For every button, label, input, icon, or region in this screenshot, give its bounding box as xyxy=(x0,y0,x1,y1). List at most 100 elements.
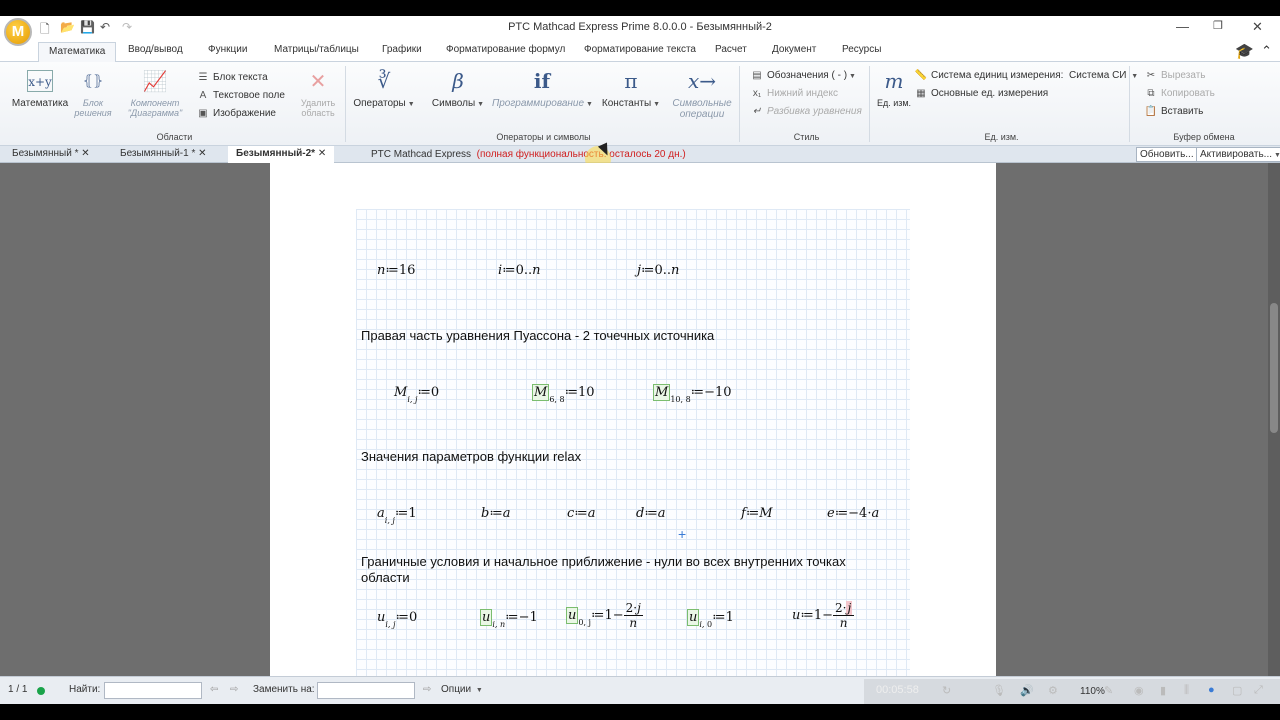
chart-component-button[interactable]: 📈 Компонент "Диаграмма" xyxy=(120,70,190,118)
group-style: ▤ Обозначения ( - ) ▼ x₁ Нижний индекс ↵ Раз… xyxy=(744,66,870,142)
text-field-button[interactable]: A Текстовое поле xyxy=(196,90,285,101)
text-region-relax[interactable]: Значения параметров функции relax xyxy=(361,449,581,465)
eq-M-10-8[interactable]: M 10, 8≔−10 xyxy=(653,384,732,404)
text-region-boundary[interactable]: Граничные условия и начальное приближени… xyxy=(361,554,881,586)
activate-button[interactable]: Активировать... ▼ xyxy=(1196,147,1280,162)
minimize-icon[interactable]: — xyxy=(1176,19,1189,34)
math-region-button[interactable]: x+y Математика xyxy=(10,70,70,109)
operators-button[interactable]: ∛ Операторы ▼ xyxy=(352,70,416,109)
find-input[interactable] xyxy=(104,682,202,699)
doc-tab-untitled-2[interactable]: Безымянный-2* ✕ xyxy=(228,146,335,163)
update-button[interactable]: Обновить... xyxy=(1136,147,1198,162)
mic-icon[interactable]: 🎙 xyxy=(992,684,1006,697)
programming-button[interactable]: if Программирование ▼ xyxy=(492,70,593,109)
camera-icon[interactable]: ◉ xyxy=(1134,684,1144,697)
doc-tab-untitled[interactable]: Безымянный * ✕ xyxy=(12,148,90,159)
scrollbar-thumb[interactable] xyxy=(1270,303,1278,433)
symbolic-operations-button[interactable]: x→ Символьные операции xyxy=(668,70,736,120)
eq-f[interactable]: f≔M xyxy=(741,506,773,521)
copy-button[interactable]: ⧉ Копировать xyxy=(1144,88,1214,99)
eq-c[interactable]: c≔a xyxy=(567,506,595,521)
paste-button[interactable]: 📋 Вставить xyxy=(1144,106,1204,117)
insertion-crosshair-icon: + xyxy=(678,526,687,542)
eq-u-def[interactable]: u≔1− 2·j n xyxy=(792,601,855,630)
replace-label: Заменить на: xyxy=(253,684,315,695)
tab-plots[interactable]: Графики xyxy=(382,44,422,55)
find-prev-icon[interactable]: ⇦ xyxy=(210,684,218,695)
eq-u-ij[interactable]: ui, j≔0 xyxy=(377,610,417,629)
close-icon[interactable]: ✕ xyxy=(198,148,206,159)
eq-n-def[interactable]: n≔16 xyxy=(377,263,415,278)
maximize-icon[interactable]: ❐ xyxy=(1213,19,1223,32)
labels-dropdown[interactable]: ▤ Обозначения ( - ) ▼ xyxy=(750,70,856,81)
tab-functions[interactable]: Функции xyxy=(208,44,247,55)
chart-icon: 📈 xyxy=(142,69,168,93)
tab-io[interactable]: Ввод/вывод xyxy=(128,44,183,55)
subscript-icon: x₁ xyxy=(752,88,762,99)
labels-label: Обозначения ( - ) xyxy=(767,70,848,81)
close-icon[interactable]: ✕ xyxy=(81,148,89,159)
tab-math-format[interactable]: Форматирование формул xyxy=(446,44,565,55)
options-dropdown[interactable]: Опции ▼ xyxy=(441,684,483,695)
eq-u-i-0[interactable]: u i, 0≔1 xyxy=(687,609,734,629)
symbols-label: Символы xyxy=(431,98,476,109)
zoom-handle-icon[interactable]: ● xyxy=(1208,684,1215,696)
worksheet-area[interactable]: n≔16 i≔0..n j≔0..n Правая часть уравнени… xyxy=(0,163,1280,676)
eq-i-range[interactable]: i≔0..n xyxy=(498,263,541,278)
image-label: Изображение xyxy=(213,108,276,119)
worksheet-page[interactable]: n≔16 i≔0..n j≔0..n Правая часть уравнени… xyxy=(270,163,996,676)
tab-resources[interactable]: Ресурсы xyxy=(842,44,881,55)
eq-d[interactable]: d≔a xyxy=(636,506,666,521)
replay-icon[interactable]: ↻ xyxy=(942,684,951,697)
solve-block-label: Блок решения xyxy=(74,98,112,118)
eq-e[interactable]: e≔−4·a xyxy=(827,506,879,521)
cut-button[interactable]: ✂ Вырезать xyxy=(1144,70,1206,81)
eq-u-i-n[interactable]: u i, n≔−1 xyxy=(480,609,538,629)
eq-a-ij[interactable]: ai, j≔1 xyxy=(377,506,417,525)
eq-M-6-8[interactable]: M 6, 8≔10 xyxy=(532,384,595,404)
eq-M-ij[interactable]: Mi, j≔0 xyxy=(394,385,439,404)
status-bar: 1 / 1 Найти: ⇦ ⇨ Заменить на: ⇨ Опции ▼ … xyxy=(0,676,1280,704)
ribbon: x+y Математика ⦃⦄ Блок решения 📈 Компоне… xyxy=(0,62,1280,146)
text-field-label: Текстовое поле xyxy=(213,90,285,101)
pen-icon[interactable]: ✎ xyxy=(1104,684,1113,697)
graduation-cap-icon[interactable]: 🎓 xyxy=(1235,42,1254,60)
tab-matrices[interactable]: Матрицы/таблицы xyxy=(274,44,359,55)
text-region-poisson[interactable]: Правая часть уравнения Пуассона - 2 точе… xyxy=(361,328,714,344)
mathcad-logo[interactable]: M xyxy=(4,18,32,46)
units-button[interactable]: m Ед. изм. xyxy=(876,70,912,108)
unit-system-selector[interactable]: 📏 Система единиц измерения: Система СИ ▼ xyxy=(914,70,1138,81)
settings-icon[interactable]: ⚙ xyxy=(1048,684,1058,697)
constants-button[interactable]: π Константы ▼ xyxy=(598,70,664,109)
eq-j-range[interactable]: j≔0..n xyxy=(637,263,679,278)
subscript-button[interactable]: x₁ Нижний индекс xyxy=(750,88,838,99)
volume-icon[interactable]: 🔊 xyxy=(1020,684,1034,697)
image-button[interactable]: ▣ Изображение xyxy=(196,108,276,119)
close-icon[interactable]: ✕ xyxy=(318,148,326,159)
page-view-icon[interactable]: ▢ xyxy=(1232,684,1242,697)
tab-text-format[interactable]: Форматирование текста xyxy=(584,44,696,55)
tab-document[interactable]: Документ xyxy=(772,44,816,55)
tab-math[interactable]: Математика xyxy=(38,42,117,63)
fullscreen-icon[interactable]: ⤢ xyxy=(1254,684,1263,697)
replace-icon[interactable]: ⇨ xyxy=(423,684,431,695)
close-icon[interactable]: ✕ xyxy=(1252,19,1263,35)
zoom-slider-icon[interactable]: ▮ xyxy=(1160,684,1166,697)
tab-calculation[interactable]: Расчет xyxy=(715,44,747,55)
find-next-icon[interactable]: ⇨ xyxy=(230,684,238,695)
base-units-button[interactable]: ▦ Основные ед. измерения xyxy=(914,88,1048,99)
doc-tab-untitled-1[interactable]: Безымянный-1 * ✕ xyxy=(120,148,207,159)
solve-block-button[interactable]: ⦃⦄ Блок решения xyxy=(72,70,114,118)
delete-region-button[interactable]: ✕ Удалить область xyxy=(294,70,342,118)
symbols-button[interactable]: β Символы ▼ xyxy=(428,70,488,109)
split-equation-button[interactable]: ↵ Разбивка уравнения xyxy=(750,106,862,117)
chevron-down-icon: ▼ xyxy=(407,101,415,108)
columns-icon[interactable]: ⫼ xyxy=(1184,684,1189,697)
vertical-scrollbar[interactable] xyxy=(1268,163,1280,676)
eq-u-0-j[interactable]: u 0, j≔1− 2·j n xyxy=(566,601,643,630)
replace-input[interactable] xyxy=(317,682,415,699)
collapse-ribbon-icon[interactable]: ⌃ xyxy=(1261,43,1272,59)
zoom-level: 110% xyxy=(1080,686,1105,697)
text-block-button[interactable]: ☰ Блок текста xyxy=(196,72,268,83)
eq-b[interactable]: b≔a xyxy=(481,506,511,521)
